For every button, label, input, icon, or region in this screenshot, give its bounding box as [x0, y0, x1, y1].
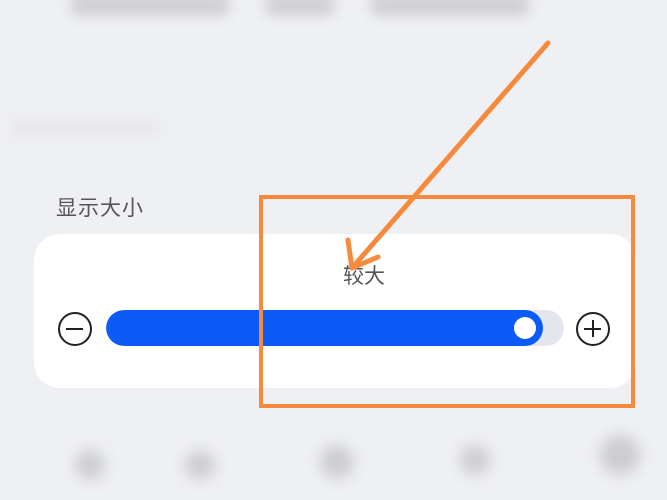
slider-thumb[interactable] [513, 317, 536, 339]
blurred-bottom-content [0, 430, 667, 500]
slider-fill [106, 310, 543, 346]
decrease-size-button[interactable] [58, 312, 92, 346]
section-title: 显示大小 [56, 196, 144, 220]
plus-icon-vertical [591, 320, 594, 337]
minus-icon [66, 327, 83, 330]
blurred-top-content [0, 0, 667, 40]
blurred-divider [0, 120, 667, 140]
size-slider[interactable] [106, 310, 564, 346]
increase-size-button[interactable] [576, 312, 610, 346]
current-size-label: 较大 [343, 264, 385, 288]
display-size-card: 较大 [34, 234, 636, 388]
